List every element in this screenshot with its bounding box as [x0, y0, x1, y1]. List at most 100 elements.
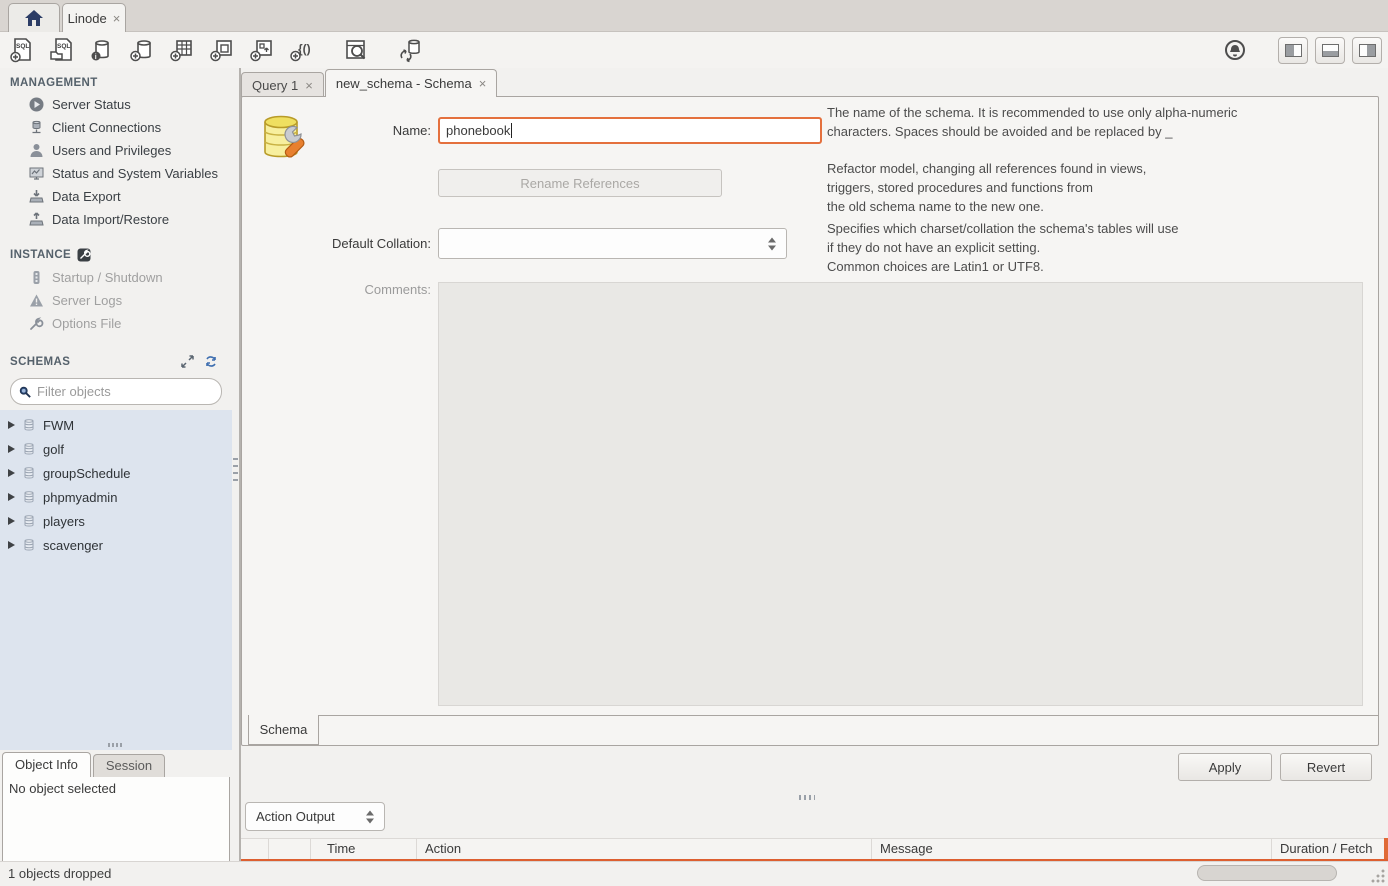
schema-row-phpmyadmin[interactable]: phpmyadmin	[0, 485, 232, 509]
comments-textarea[interactable]	[438, 282, 1363, 706]
instance-section-header: INSTANCE	[0, 239, 232, 266]
action-output-label: Action Output	[256, 809, 335, 824]
tab-label: Query 1	[252, 78, 298, 93]
schema-filter-input[interactable]	[37, 384, 213, 399]
create-function-button[interactable]: {()	[288, 36, 316, 64]
output-splitter[interactable]	[799, 795, 815, 800]
rename-references-button[interactable]: Rename References	[438, 169, 722, 197]
tab-new-schema[interactable]: new_schema - Schema ×	[325, 69, 497, 97]
create-procedure-button[interactable]	[248, 36, 276, 64]
sidebar-item-server-status[interactable]: Server Status	[0, 93, 232, 116]
sidebar-item-users-privileges[interactable]: Users and Privileges	[0, 139, 232, 162]
tab-query-1[interactable]: Query 1 ×	[241, 72, 324, 97]
sidebar-item-label: Data Export	[52, 189, 121, 204]
refresh-schemas-icon[interactable]	[204, 355, 218, 368]
close-icon[interactable]: ×	[113, 12, 121, 25]
status-text: 1 objects dropped	[8, 866, 111, 881]
expander-icon[interactable]	[8, 517, 15, 525]
object-info-content: No object selected	[2, 776, 230, 861]
schema-editor: Name: phonebook The name of the schema. …	[241, 96, 1379, 746]
close-icon[interactable]: ×	[305, 79, 313, 92]
sidebar-item-startup-shutdown[interactable]: Startup / Shutdown	[0, 266, 232, 289]
sidebar-horizontal-splitter[interactable]	[0, 740, 232, 750]
toggle-left-panel-button[interactable]	[1278, 37, 1308, 64]
tab-label: new_schema - Schema	[336, 76, 472, 91]
tab-session[interactable]: Session	[93, 754, 165, 777]
expander-icon[interactable]	[8, 469, 15, 477]
splitter-grip-icon	[233, 458, 238, 484]
toggle-bottom-panel-button[interactable]	[1315, 37, 1345, 64]
schema-name-input[interactable]: phonebook	[438, 117, 822, 144]
inspect-database-button[interactable]: i	[88, 36, 116, 64]
sidebar-item-data-export[interactable]: Data Export	[0, 185, 232, 208]
sidebar-item-label: Client Connections	[52, 120, 161, 135]
column-header-duration[interactable]: Duration / Fetch	[1272, 839, 1388, 859]
expander-icon[interactable]	[8, 445, 15, 453]
create-view-icon	[209, 37, 235, 63]
tab-schema-page[interactable]: Schema	[248, 715, 319, 745]
spinner-icon	[366, 810, 374, 823]
data-export-icon	[28, 189, 44, 205]
create-schema-button[interactable]	[128, 36, 156, 64]
schema-row-fwm[interactable]: FWM	[0, 413, 232, 437]
mysql-workbench-window: Linode × SQL SQL	[0, 0, 1388, 886]
sidebar-item-label: Server Logs	[52, 293, 122, 308]
schema-row-groupschedule[interactable]: groupSchedule	[0, 461, 232, 485]
home-tab[interactable]	[8, 3, 60, 32]
collation-select[interactable]	[438, 228, 787, 259]
create-view-button[interactable]	[208, 36, 236, 64]
connection-status-button[interactable]	[1221, 36, 1249, 64]
schema-name: golf	[43, 442, 64, 457]
action-output-selector[interactable]: Action Output	[245, 802, 385, 831]
expander-icon[interactable]	[8, 541, 15, 549]
schema-filter	[10, 378, 222, 405]
sidebar-item-server-logs[interactable]: Server Logs	[0, 289, 232, 312]
schema-list: FWM golf groupSchedule phpmyadmin player	[0, 410, 232, 740]
expand-schemas-icon[interactable]	[181, 355, 194, 368]
open-sql-script-button[interactable]: SQL	[48, 36, 76, 64]
column-header-blank1[interactable]	[241, 839, 269, 859]
bottom-tab-rule	[319, 715, 1378, 716]
schema-name: players	[43, 514, 85, 529]
sidebar-item-data-import[interactable]: Data Import/Restore	[0, 208, 232, 231]
expander-icon[interactable]	[8, 493, 15, 501]
sidebar-item-label: Data Import/Restore	[52, 212, 169, 227]
editor-tabbar: Query 1 × new_schema - Schema ×	[241, 68, 497, 97]
tab-object-info[interactable]: Object Info	[2, 752, 91, 777]
toggle-right-panel-button[interactable]	[1352, 37, 1382, 64]
server-logs-icon	[28, 293, 44, 309]
column-header-action[interactable]: Action	[417, 839, 872, 859]
window-resize-grip[interactable]	[1370, 868, 1385, 883]
column-header-message[interactable]: Message	[872, 839, 1272, 859]
column-header-blank2[interactable]	[269, 839, 311, 859]
name-help-text: The name of the schema. It is recommende…	[827, 103, 1337, 141]
users-icon	[28, 143, 44, 159]
toggle-left-panel-icon	[1285, 44, 1302, 57]
sidebar-item-client-connections[interactable]: Client Connections	[0, 116, 232, 139]
schema-name: scavenger	[43, 538, 103, 553]
create-table-button[interactable]	[168, 36, 196, 64]
inspect-database-icon: i	[89, 37, 115, 63]
connection-tab-linode[interactable]: Linode ×	[62, 3, 126, 32]
column-header-time[interactable]: Time	[311, 839, 417, 859]
apply-button[interactable]: Apply	[1178, 753, 1272, 781]
new-sql-tab-button[interactable]: SQL	[8, 36, 36, 64]
reconnect-dbms-icon	[397, 37, 423, 63]
schema-row-scavenger[interactable]: scavenger	[0, 533, 232, 557]
schema-row-golf[interactable]: golf	[0, 437, 232, 461]
sidebar-item-status-system-variables[interactable]: Status and System Variables	[0, 162, 232, 185]
sidebar-item-label: Server Status	[52, 97, 131, 112]
schema-row-players[interactable]: players	[0, 509, 232, 533]
search-data-button[interactable]	[342, 36, 370, 64]
server-status-icon	[28, 97, 44, 113]
sidebar-vertical-splitter[interactable]	[232, 68, 241, 861]
horizontal-scrollbar-thumb[interactable]	[1197, 865, 1337, 881]
revert-button[interactable]: Revert	[1280, 753, 1372, 781]
close-icon[interactable]: ×	[479, 77, 487, 90]
status-bar: 1 objects dropped	[0, 861, 1388, 886]
search-data-icon	[343, 37, 369, 63]
schema-icon	[22, 442, 36, 456]
reconnect-dbms-button[interactable]	[396, 36, 424, 64]
expander-icon[interactable]	[8, 421, 15, 429]
sidebar-item-options-file[interactable]: Options File	[0, 312, 232, 335]
